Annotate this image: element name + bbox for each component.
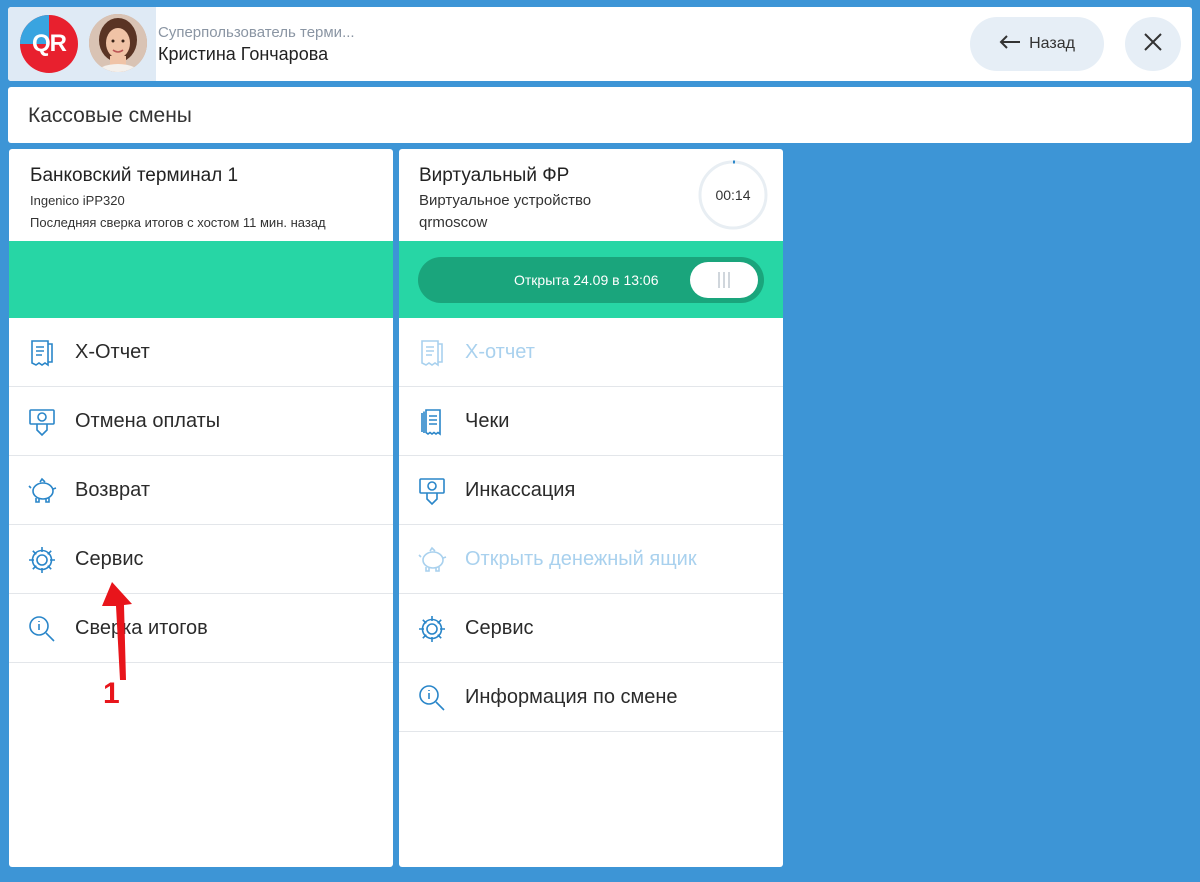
menu-item-collection[interactable]: Инкассация <box>399 456 783 525</box>
piggy-bank-icon <box>27 476 57 506</box>
menu-item-service[interactable]: Сервис <box>399 594 783 663</box>
menu-item-x-report: Х-отчет <box>399 318 783 387</box>
arrow-left-icon <box>999 34 1021 55</box>
piggy-bank-icon <box>417 545 447 575</box>
annotation-number: 1 <box>103 677 120 710</box>
menu-item-x-report[interactable]: Х-Отчет <box>9 318 393 387</box>
device-model: Ingenico iPP320 <box>30 193 125 208</box>
shift-timer: 00:14 <box>697 159 769 231</box>
menu-item-shift-info[interactable]: Информация по смене <box>399 663 783 732</box>
annotation-arrow <box>90 582 150 682</box>
panel-title: Виртуальный ФР <box>419 165 570 186</box>
menu-item-refund[interactable]: Возврат <box>9 456 393 525</box>
close-button[interactable] <box>1125 17 1181 71</box>
avatar[interactable] <box>89 14 147 72</box>
shift-toggle[interactable]: Открыта 24.09 в 13:06 <box>418 257 764 303</box>
gear-icon <box>417 614 447 644</box>
panel-header: Виртуальный ФР Виртуальное устройство qr… <box>399 149 783 241</box>
panel-title: Банковский терминал 1 <box>30 165 239 186</box>
receipts-stack-icon <box>417 407 447 437</box>
shift-toggle-label: Открыта 24.09 в 13:06 <box>514 272 659 288</box>
receipt-icon <box>417 338 447 368</box>
top-header: QR Суперпользователь терми... Кристина Г… <box>8 7 1192 81</box>
cash-hand-icon <box>27 407 57 437</box>
menu-item-open-cash-drawer: Открыть денежный ящик <box>399 525 783 594</box>
info-search-icon <box>27 614 57 644</box>
status-band <box>9 241 393 318</box>
cash-hand-icon <box>417 476 447 506</box>
user-role: Суперпользователь терми... <box>158 24 355 41</box>
close-icon <box>1144 32 1162 56</box>
info-search-icon <box>417 683 447 713</box>
receipt-icon <box>27 338 57 368</box>
reconciliation-status: Последняя сверка итогов с хостом 11 мин.… <box>30 215 326 230</box>
panel-header: Банковский терминал 1 Ingenico iPP320 По… <box>9 149 393 241</box>
menu-item-service[interactable]: Сервис <box>9 525 393 594</box>
device-location: qrmoscow <box>419 214 488 231</box>
status-band: Открыта 24.09 в 13:06 <box>399 241 783 318</box>
menu-item-reconciliation[interactable]: Сверка итогов <box>9 594 393 663</box>
toggle-knob[interactable] <box>690 262 758 298</box>
menu-item-receipts[interactable]: Чеки <box>399 387 783 456</box>
menu-item-cancel-payment[interactable]: Отмена оплаты <box>9 387 393 456</box>
bank-terminal-panel: Банковский терминал 1 Ingenico iPP320 По… <box>9 149 393 867</box>
device-type: Виртуальное устройство <box>419 192 592 209</box>
fiscal-register-panel: Виртуальный ФР Виртуальное устройство qr… <box>399 149 783 867</box>
user-name: Кристина Гончарова <box>158 44 329 64</box>
back-button[interactable]: Назад <box>970 17 1104 71</box>
gear-icon <box>27 545 57 575</box>
qr-logo: QR <box>20 15 78 73</box>
back-button-label: Назад <box>1029 35 1075 52</box>
title-bar: Кассовые смены <box>8 87 1192 143</box>
timer-value: 00:14 <box>715 187 751 203</box>
page-title: Кассовые смены <box>28 104 192 127</box>
